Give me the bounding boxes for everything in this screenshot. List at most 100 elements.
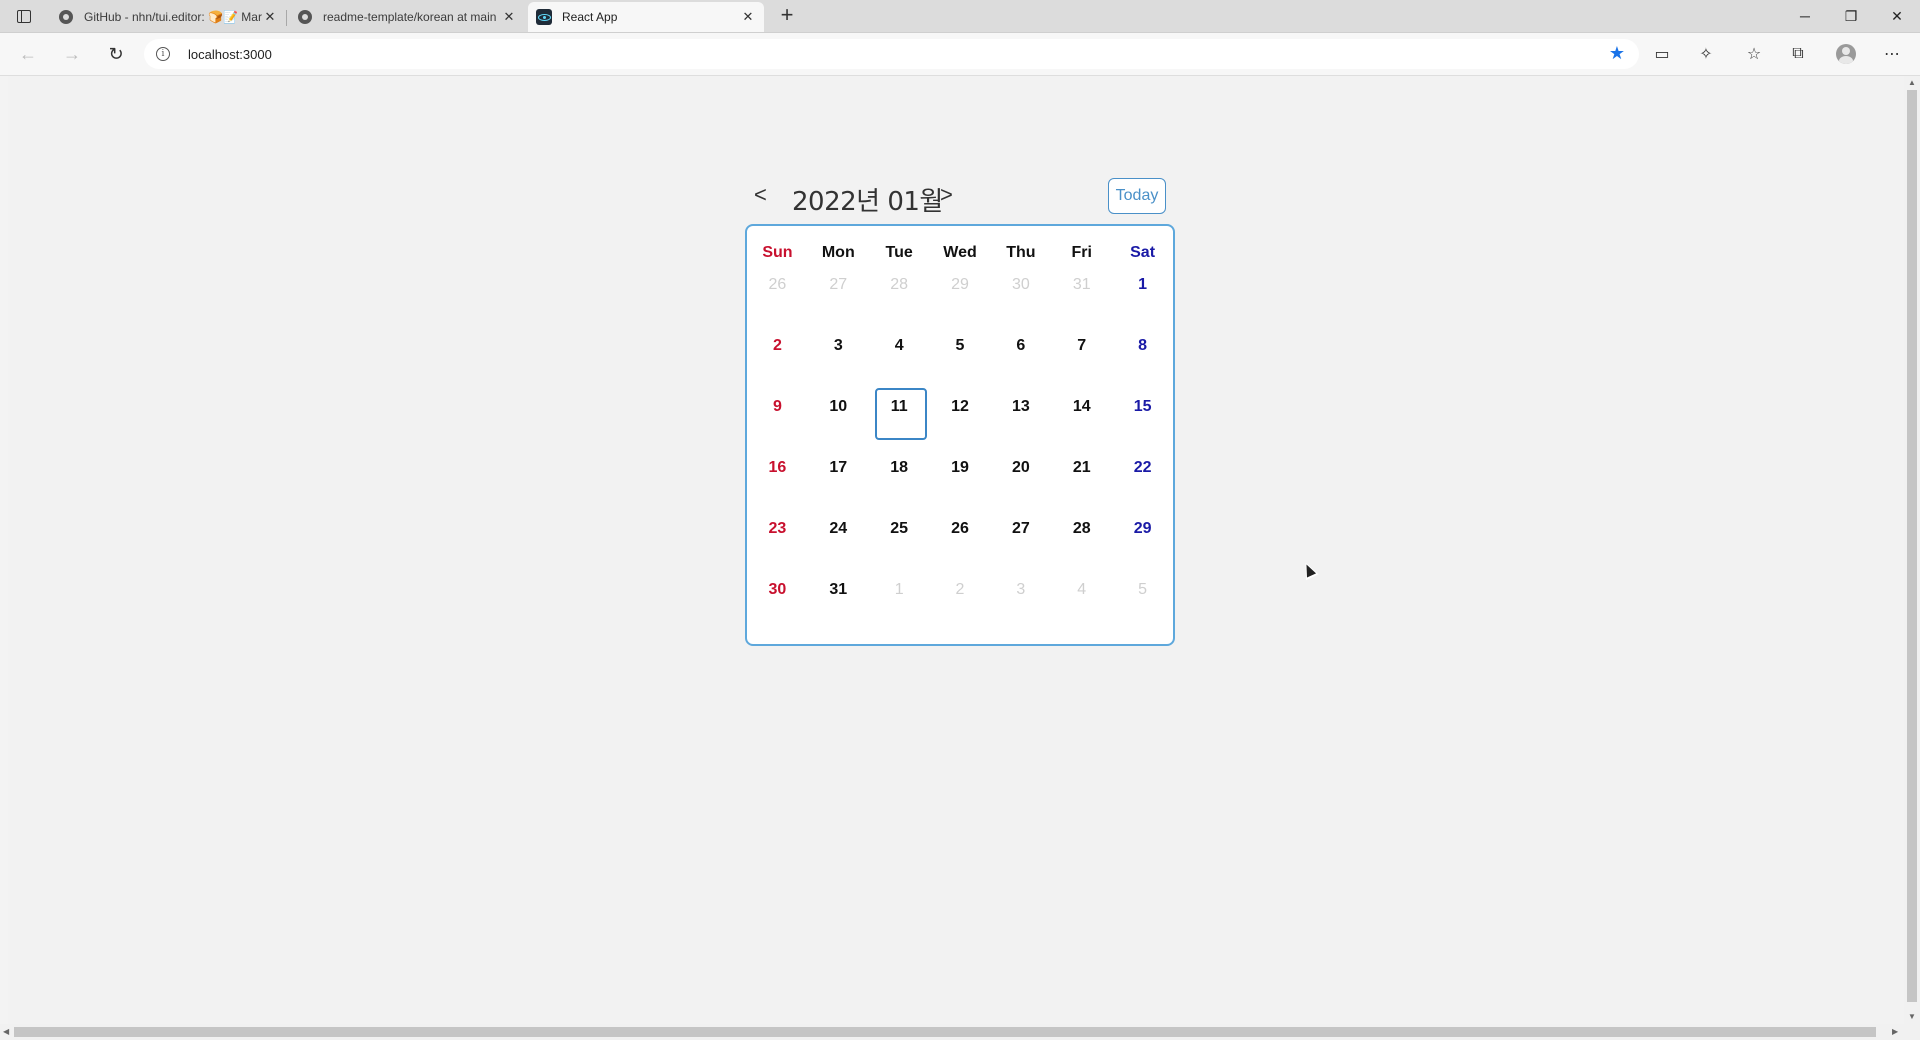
favorites-icon[interactable]: ☆ bbox=[1742, 42, 1766, 66]
profile-button[interactable] bbox=[1834, 42, 1858, 66]
calendar-grid: Sun Mon Tue Wed Thu Fri Sat 26 27 28 29 30 31… bbox=[745, 224, 1175, 646]
day-cell[interactable]: 27 bbox=[808, 274, 869, 335]
new-tab-button[interactable]: + bbox=[774, 4, 800, 28]
tab-github-tui-editor[interactable]: GitHub - nhn/tui.editor: 🍞📝 Markdown ✕ bbox=[50, 2, 287, 32]
forward-button[interactable]: → bbox=[58, 41, 86, 67]
close-tab-icon[interactable]: ✕ bbox=[501, 9, 517, 25]
day-cell[interactable]: 31 bbox=[1051, 274, 1112, 335]
address-url: localhost:3000 bbox=[188, 47, 272, 62]
more-menu-icon[interactable]: ⋯ bbox=[1880, 42, 1904, 66]
week-row: 26 27 28 29 30 31 1 bbox=[747, 274, 1173, 335]
day-cell[interactable]: 8 bbox=[1112, 335, 1173, 396]
site-info-icon[interactable]: i bbox=[156, 47, 170, 61]
calendar-header: < 2022년 01월 > Today bbox=[754, 178, 1166, 218]
vertical-scroll-thumb[interactable] bbox=[1907, 90, 1917, 1002]
day-cell[interactable]: 29 bbox=[1112, 518, 1173, 579]
close-tab-icon[interactable]: ✕ bbox=[262, 9, 278, 25]
react-icon bbox=[536, 9, 552, 25]
collections-icon[interactable]: ⧉ bbox=[1786, 42, 1810, 66]
avatar bbox=[1836, 44, 1856, 64]
day-cell[interactable]: 5 bbox=[1112, 579, 1173, 640]
day-cell[interactable]: 26 bbox=[747, 274, 808, 335]
weekday-tue: Tue bbox=[885, 244, 913, 261]
reload-button[interactable]: ↻ bbox=[102, 41, 130, 67]
next-month-button[interactable]: > bbox=[940, 182, 953, 208]
day-cell[interactable]: 18 bbox=[869, 457, 930, 518]
close-tab-icon[interactable]: ✕ bbox=[740, 9, 756, 25]
day-cell[interactable]: 4 bbox=[1051, 579, 1112, 640]
calendar-weeks: 26 27 28 29 30 31 1 2 3 4 5 6 7 8 9 10 11 12 13 14 15 16 17 18 1… bbox=[747, 274, 1173, 640]
weekday-sun: Sun bbox=[762, 244, 793, 261]
extensions-icon[interactable]: ✧ bbox=[1694, 42, 1718, 66]
day-cell[interactable]: 12 bbox=[930, 396, 991, 457]
day-cell[interactable]: 14 bbox=[1051, 396, 1112, 457]
day-cell[interactable]: 21 bbox=[1051, 457, 1112, 518]
prev-month-button[interactable]: < bbox=[754, 182, 767, 208]
week-row: 30 31 1 2 3 4 5 bbox=[747, 579, 1173, 640]
tab-title: React App bbox=[562, 10, 618, 24]
horizontal-scrollbar[interactable]: ◀ ▶ bbox=[0, 1024, 1904, 1040]
day-cell[interactable]: 3 bbox=[990, 579, 1051, 640]
week-row: 9 10 11 12 13 14 15 bbox=[747, 388, 1173, 457]
tab-strip: GitHub - nhn/tui.editor: 🍞📝 Markdown ✕ r… bbox=[0, 0, 1920, 33]
month-title: 2022년 01월 bbox=[792, 187, 943, 217]
day-cell[interactable]: 20 bbox=[990, 457, 1051, 518]
day-cell[interactable]: 3 bbox=[808, 335, 869, 396]
horizontal-scroll-thumb[interactable] bbox=[14, 1027, 1876, 1037]
day-cell[interactable]: 13 bbox=[990, 396, 1051, 457]
day-cell[interactable]: 9 bbox=[747, 396, 808, 457]
browser-toolbar: ← → ↻ i localhost:3000 ★ ▭ ✧ ☆ ⧉ ⋯ bbox=[0, 33, 1920, 76]
weekday-thu: Thu bbox=[1006, 244, 1036, 261]
day-cell[interactable]: 6 bbox=[990, 335, 1051, 396]
day-cell[interactable]: 4 bbox=[869, 335, 930, 396]
restore-button[interactable]: ❐ bbox=[1828, 0, 1874, 32]
tab-readme-template[interactable]: readme-template/korean at main ✕ bbox=[289, 2, 525, 32]
day-cell[interactable]: 29 bbox=[930, 274, 991, 335]
day-cell[interactable]: 22 bbox=[1112, 457, 1173, 518]
day-cell[interactable]: 31 bbox=[808, 579, 869, 640]
weekday-wed: Wed bbox=[943, 244, 977, 261]
day-cell[interactable]: 25 bbox=[869, 518, 930, 579]
week-row: 2345678 bbox=[747, 335, 1173, 396]
tab-actions-button[interactable] bbox=[10, 6, 38, 26]
tab-title: GitHub - nhn/tui.editor: 🍞📝 Markdown bbox=[84, 10, 262, 24]
day-cell[interactable]: 1 bbox=[869, 579, 930, 640]
scrollbar-corner bbox=[1904, 1024, 1920, 1040]
day-cell[interactable]: 2 bbox=[930, 579, 991, 640]
day-cell[interactable]: 23 bbox=[747, 518, 808, 579]
day-cell[interactable]: 30 bbox=[990, 274, 1051, 335]
minimize-button[interactable]: ─ bbox=[1782, 0, 1828, 32]
day-cell[interactable]: 17 bbox=[808, 457, 869, 518]
day-cell[interactable]: 2 bbox=[747, 335, 808, 396]
day-cell[interactable]: 1 bbox=[1112, 274, 1173, 335]
day-cell[interactable]: 28 bbox=[869, 274, 930, 335]
day-cell[interactable]: 10 bbox=[808, 396, 869, 457]
back-button[interactable]: ← bbox=[14, 41, 42, 67]
day-cell[interactable]: 15 bbox=[1112, 396, 1173, 457]
week-row: 16 17 18 19 20 21 22 bbox=[747, 457, 1173, 518]
weekday-mon: Mon bbox=[821, 244, 855, 261]
day-cell[interactable]: 24 bbox=[808, 518, 869, 579]
close-window-button[interactable]: ✕ bbox=[1874, 0, 1920, 32]
favorite-star-icon[interactable]: ★ bbox=[1609, 43, 1625, 64]
tab-actions-icon bbox=[17, 9, 31, 23]
weekday-sat: Sat bbox=[1130, 244, 1156, 261]
day-cell[interactable]: 16 bbox=[747, 457, 808, 518]
day-cell[interactable]: 5 bbox=[930, 335, 991, 396]
today-button[interactable]: Today bbox=[1108, 178, 1166, 214]
day-cell[interactable]: 30 bbox=[747, 579, 808, 640]
day-cell-today[interactable]: 11 bbox=[869, 388, 930, 457]
day-cell[interactable]: 26 bbox=[930, 518, 991, 579]
weekday-fri: Fri bbox=[1071, 244, 1092, 261]
week-row: 23 24 25 26 27 28 29 bbox=[747, 518, 1173, 579]
address-bar[interactable]: i localhost:3000 ★ bbox=[144, 39, 1639, 69]
day-cell[interactable]: 28 bbox=[1051, 518, 1112, 579]
vertical-scrollbar[interactable]: ▲ ▼ bbox=[1904, 76, 1920, 1024]
day-cell[interactable]: 7 bbox=[1051, 335, 1112, 396]
reading-view-icon[interactable]: ▭ bbox=[1650, 42, 1674, 66]
github-icon bbox=[297, 9, 313, 25]
tab-react-app[interactable]: React App ✕ bbox=[528, 2, 764, 32]
day-cell[interactable]: 19 bbox=[930, 457, 991, 518]
weekday-header-row: Sun Mon Tue Wed Thu Fri Sat bbox=[747, 244, 1173, 262]
day-cell[interactable]: 27 bbox=[990, 518, 1051, 579]
